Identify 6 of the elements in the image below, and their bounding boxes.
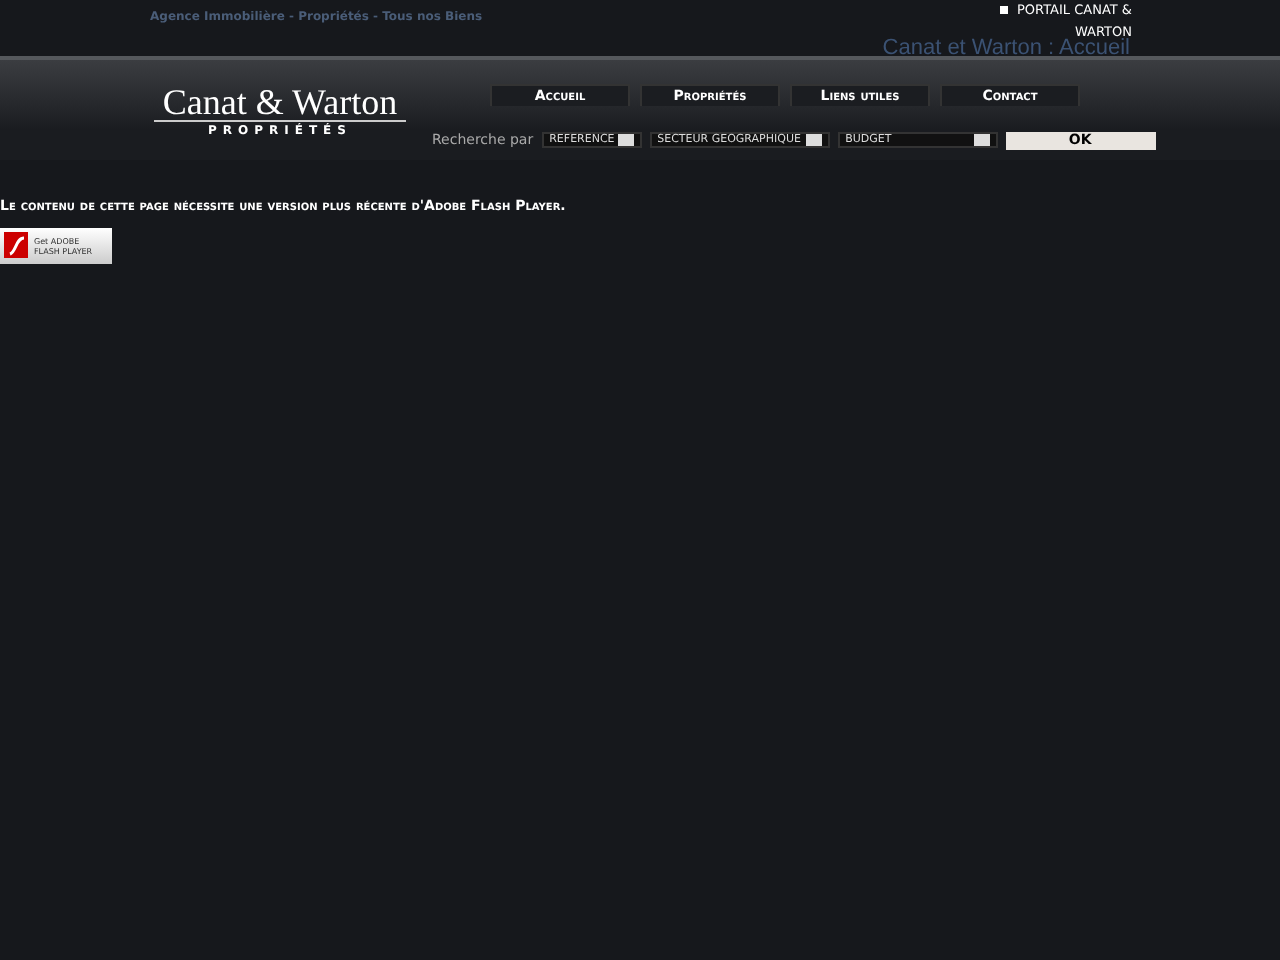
flash-icon: [4, 232, 28, 258]
dropdown-icon: [617, 134, 634, 147]
logo-name: Canat & Warton: [154, 84, 406, 122]
page-title: Canat et Warton : Accueil: [882, 36, 1130, 64]
dropdown-icon: [805, 134, 822, 147]
dropdown-icon: [973, 134, 990, 147]
